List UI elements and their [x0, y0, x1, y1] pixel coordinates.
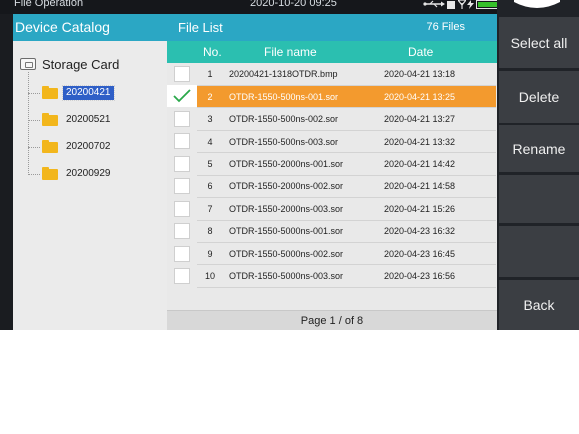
column-date: Date	[408, 45, 434, 59]
row-checkbox[interactable]	[174, 66, 190, 82]
folder-icon	[42, 166, 58, 180]
checkbox-column	[167, 63, 197, 310]
file-name: OTDR-1550-5000ns-001.sor	[229, 226, 344, 237]
antenna-icon	[458, 0, 466, 9]
column-no: No.	[203, 45, 222, 59]
folder-node[interactable]: 20200929	[28, 166, 114, 182]
folder-node[interactable]: 20200521	[28, 112, 114, 128]
file-date: 2020-04-21 13:25	[383, 85, 496, 108]
file-row[interactable]: 10 OTDR-1550-5000ns-003.sor 2020-04-23 16:…	[197, 265, 496, 288]
storage-card-icon	[20, 58, 36, 70]
file-list-panel: File List 76 Files No. File name Date 1 2…	[167, 14, 497, 330]
status-icons	[423, 0, 497, 10]
file-row[interactable]: 9 OTDR-1550-5000ns-002.sor 2020-04-23 16:4…	[197, 243, 496, 265]
empty-button-5[interactable]	[499, 226, 579, 277]
folder-label: 20200521	[66, 114, 111, 125]
file-name: OTDR-1550-500ns-003.sor	[229, 136, 339, 147]
file-number: 3	[207, 114, 213, 125]
file-date: 2020-04-21 13:18	[384, 68, 456, 79]
file-date: 2020-04-23 16:56	[384, 271, 456, 282]
file-number: 6	[207, 181, 213, 192]
clock: 2020-10-20 09:25	[250, 0, 337, 9]
status-bar: File Operation 2020-10-20 09:25	[0, 0, 497, 14]
folder-label: 20200702	[66, 141, 111, 152]
row-checkbox[interactable]	[174, 268, 190, 285]
file-name: OTDR-1550-2000ns-003.sor	[229, 203, 344, 214]
file-list-title: File List	[178, 20, 223, 35]
row-checkbox[interactable]	[174, 110, 190, 127]
file-list-header: File List 76 Files	[167, 14, 497, 41]
file-name: OTDR-1550-500ns-001.sor	[223, 85, 383, 108]
file-number: 10	[204, 271, 215, 282]
folder-node[interactable]: 20200421	[28, 85, 115, 101]
file-date: 2020-04-21 14:42	[384, 158, 456, 169]
file-date: 2020-04-23 16:32	[384, 226, 456, 237]
device-catalog-header: Device Catalog	[13, 14, 167, 41]
collapse-arrow-icon[interactable]	[514, 0, 560, 10]
file-name: OTDR-1550-2000ns-001.sor	[229, 158, 344, 169]
file-number: 2	[197, 85, 223, 108]
storage-card-label: Storage Card	[42, 56, 120, 72]
file-name: OTDR-1550-500ns-002.sor	[229, 114, 339, 125]
delete-button[interactable]: Delete	[499, 71, 579, 123]
folder-icon	[42, 112, 58, 126]
file-date: 2020-04-23 16:45	[384, 248, 456, 259]
file-date: 2020-04-21 13:32	[384, 136, 456, 147]
file-number: 1	[207, 68, 213, 79]
select-all-button[interactable]: Select all	[499, 17, 579, 68]
action-column: Select all Delete Rename Back	[497, 0, 579, 330]
storage-card-node[interactable]: Storage Card	[20, 56, 120, 72]
row-checkbox-checked[interactable]	[173, 88, 191, 104]
file-row[interactable]: 6 OTDR-1550-2000ns-002.sor 2020-04-21 14:5…	[197, 175, 496, 198]
device-catalog-panel: Device Catalog Storage Card 20200421 202…	[13, 14, 167, 330]
file-row[interactable]: 7 OTDR-1550-2000ns-003.sor 2020-04-21 15:2…	[197, 198, 496, 221]
row-checkbox[interactable]	[174, 245, 190, 262]
charging-icon	[467, 0, 474, 9]
file-name: OTDR-1550-5000ns-002.sor	[229, 248, 344, 259]
file-date: 2020-04-21 14:58	[384, 181, 456, 192]
row-checkbox[interactable]	[174, 155, 190, 172]
empty-button-4[interactable]	[499, 175, 579, 223]
page-indicator: Page 1 / of 8	[167, 310, 497, 330]
file-number: 5	[207, 158, 213, 169]
row-checkbox[interactable]	[174, 178, 190, 195]
file-name: OTDR-1550-5000ns-003.sor	[229, 271, 344, 282]
rename-button[interactable]: Rename	[499, 125, 579, 172]
checkmark-icon	[173, 89, 191, 103]
file-name: 20200421-1318OTDR.bmp	[229, 68, 338, 79]
file-number: 4	[207, 136, 213, 147]
sd-card-icon	[447, 1, 455, 9]
file-name: OTDR-1550-2000ns-002.sor	[229, 181, 344, 192]
screen-title: File Operation	[14, 0, 84, 9]
file-row[interactable]: 8 OTDR-1550-5000ns-001.sor 2020-04-23 16:3…	[197, 220, 496, 243]
file-number: 8	[207, 226, 213, 237]
file-date: 2020-04-21 13:27	[384, 114, 456, 125]
column-file-name: File name	[264, 45, 317, 59]
row-checkbox[interactable]	[174, 200, 190, 217]
folder-label: 20200929	[66, 168, 111, 179]
device-screen: File Operation 2020-10-20 09:25 Device C…	[0, 0, 579, 330]
file-table: 1 20200421-1318OTDR.bmp 2020-04-21 13:18 2 O…	[197, 63, 496, 288]
column-headers: No. File name Date	[167, 41, 497, 63]
file-number: 9	[207, 248, 213, 259]
file-number: 7	[207, 203, 213, 214]
back-button[interactable]: Back	[499, 280, 579, 330]
row-checkbox[interactable]	[174, 133, 190, 150]
file-row[interactable]: 5 OTDR-1550-2000ns-001.sor 2020-04-21 14:4…	[197, 153, 496, 176]
folder-icon	[42, 139, 58, 153]
folder-label: 20200421	[62, 85, 115, 101]
folder-node[interactable]: 20200702	[28, 139, 114, 155]
file-row[interactable]: 3 OTDR-1550-500ns-002.sor 2020-04-21 13:27	[197, 108, 496, 131]
usb-icon	[423, 0, 445, 8]
file-count: 76 Files	[426, 21, 465, 33]
file-row[interactable]: 2 OTDR-1550-500ns-001.sor 2020-04-21 13:25	[197, 85, 496, 108]
file-row[interactable]: 1 20200421-1318OTDR.bmp 2020-04-21 13:18	[197, 63, 496, 86]
row-checkbox[interactable]	[174, 223, 190, 240]
battery-icon	[476, 0, 497, 9]
file-date: 2020-04-21 15:26	[384, 203, 456, 214]
folder-icon	[42, 85, 58, 99]
file-row[interactable]: 4 OTDR-1550-500ns-003.sor 2020-04-21 13:32	[197, 130, 496, 153]
